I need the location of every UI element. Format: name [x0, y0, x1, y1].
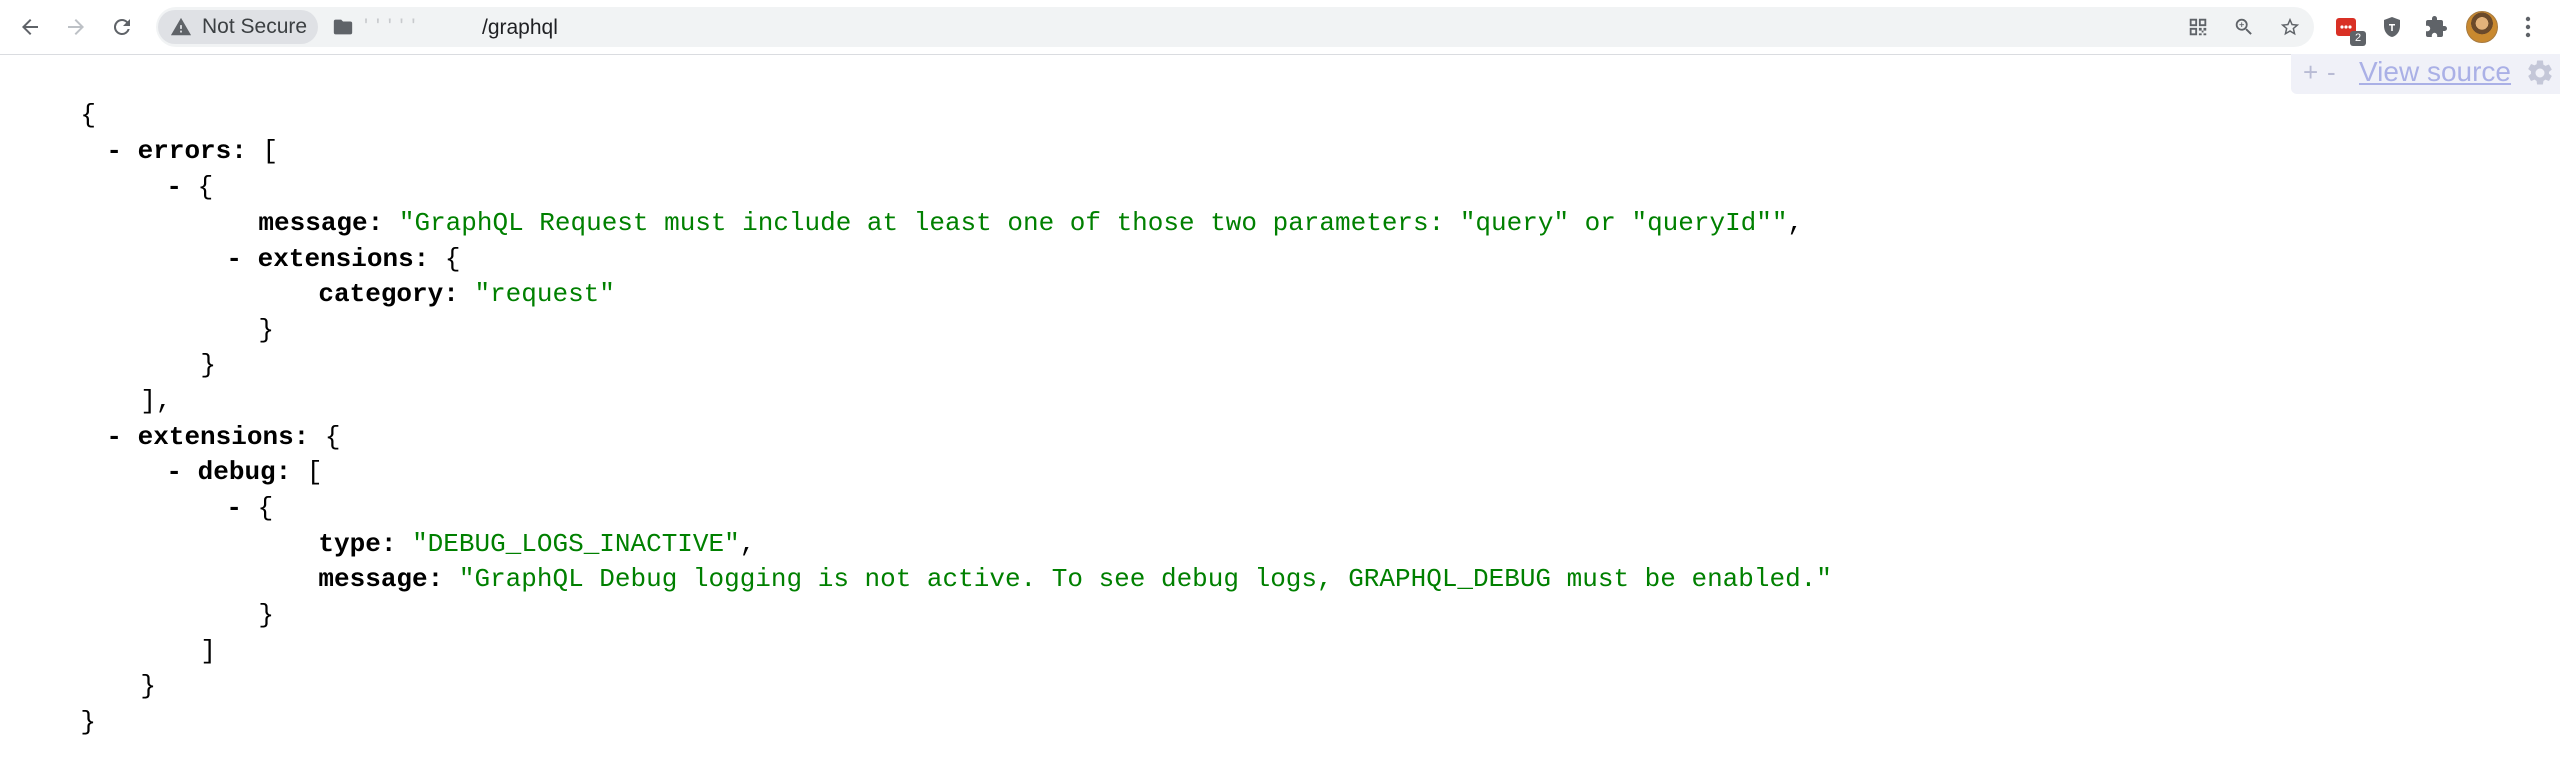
- json-line-debug: - debug: [: [166, 457, 323, 487]
- json-string-value: "request": [474, 279, 615, 309]
- zoom-button[interactable]: [2230, 13, 2258, 41]
- collapse-toggle[interactable]: -: [226, 244, 257, 274]
- json-viewer: { - errors: [ - { message: "GraphQL Requ…: [0, 54, 2560, 746]
- json-line-debug-object-open: - {: [226, 493, 274, 523]
- shield-icon: [2384, 17, 2400, 37]
- profile-avatar[interactable]: [2466, 11, 2498, 43]
- json-line-errors: - errors: [: [106, 136, 279, 166]
- security-chip-label: Not Secure: [202, 15, 308, 38]
- json-key: category: [318, 279, 444, 309]
- json-line-error-object-open: - {: [166, 172, 214, 202]
- address-bar[interactable]: Not Secure ' ' ' ' ' /graphql: [156, 7, 2314, 47]
- reload-button[interactable]: [104, 9, 140, 45]
- json-line-close: }: [140, 671, 157, 701]
- json-viewer-panel: + - View source: [2291, 54, 2560, 94]
- more-vert-icon: [2525, 16, 2531, 38]
- warning-icon: [170, 17, 192, 36]
- extensions-menu-button[interactable]: [2420, 11, 2452, 43]
- collapse-toggle[interactable]: -: [166, 172, 197, 202]
- forward-button[interactable]: [58, 9, 94, 45]
- extension-button-red[interactable]: 2: [2330, 11, 2366, 46]
- reload-icon: [113, 18, 130, 35]
- back-button[interactable]: [12, 9, 48, 45]
- arrow-left-icon: [22, 19, 38, 35]
- browser-toolbar: Not Secure ' ' ' ' ' /graphql 2: [0, 0, 2560, 55]
- json-line-error-message: message: "GraphQL Request must include a…: [258, 208, 1804, 238]
- collapse-toggle[interactable]: -: [226, 493, 257, 523]
- json-line-category: category: "request": [318, 279, 615, 309]
- extension-badge: 2: [2350, 31, 2366, 46]
- json-line-close: ],: [140, 386, 172, 416]
- qr-code-icon: [2189, 18, 2207, 36]
- zoom-icon: [2235, 18, 2252, 35]
- puzzle-piece-icon: [2426, 16, 2447, 37]
- json-line-close: }: [258, 600, 275, 630]
- json-line-close: }: [200, 350, 217, 380]
- qr-code-button[interactable]: [2184, 13, 2212, 41]
- json-line-extensions: - extensions: {: [106, 422, 341, 452]
- security-chip[interactable]: Not Secure: [158, 10, 318, 44]
- json-line-debug-type: type: "DEBUG_LOGS_INACTIVE",: [318, 529, 756, 559]
- json-line-debug-message: message: "GraphQL Debug logging is not a…: [318, 564, 1832, 594]
- arrow-right-icon: [68, 19, 84, 35]
- json-line-error-extensions: - extensions: {: [226, 244, 461, 274]
- star-outline-icon: [2280, 17, 2300, 36]
- json-line-root-close: }: [80, 707, 97, 737]
- url-path: /graphql: [482, 16, 558, 39]
- gear-icon[interactable]: [2525, 58, 2555, 88]
- view-source-link[interactable]: View source: [2359, 56, 2511, 88]
- json-line-root-open: {: [80, 100, 97, 130]
- extension-button-shield[interactable]: [2376, 11, 2408, 43]
- folder-icon: [333, 19, 353, 35]
- collapse-all-button[interactable]: -: [2327, 57, 2336, 88]
- json-line-close: ]: [200, 636, 217, 666]
- json-key: message: [318, 564, 428, 594]
- bookmark-star-button[interactable]: [2276, 13, 2304, 41]
- browser-menu-button[interactable]: [2518, 11, 2538, 43]
- json-line-close: }: [258, 315, 275, 345]
- json-string-value: "GraphQL Debug logging is not active. To…: [458, 564, 1832, 594]
- url-host: ' ' ' ' ': [364, 15, 417, 38]
- expand-all-button[interactable]: +: [2303, 57, 2318, 88]
- json-string-value: "GraphQL Request must include at least o…: [398, 208, 1788, 238]
